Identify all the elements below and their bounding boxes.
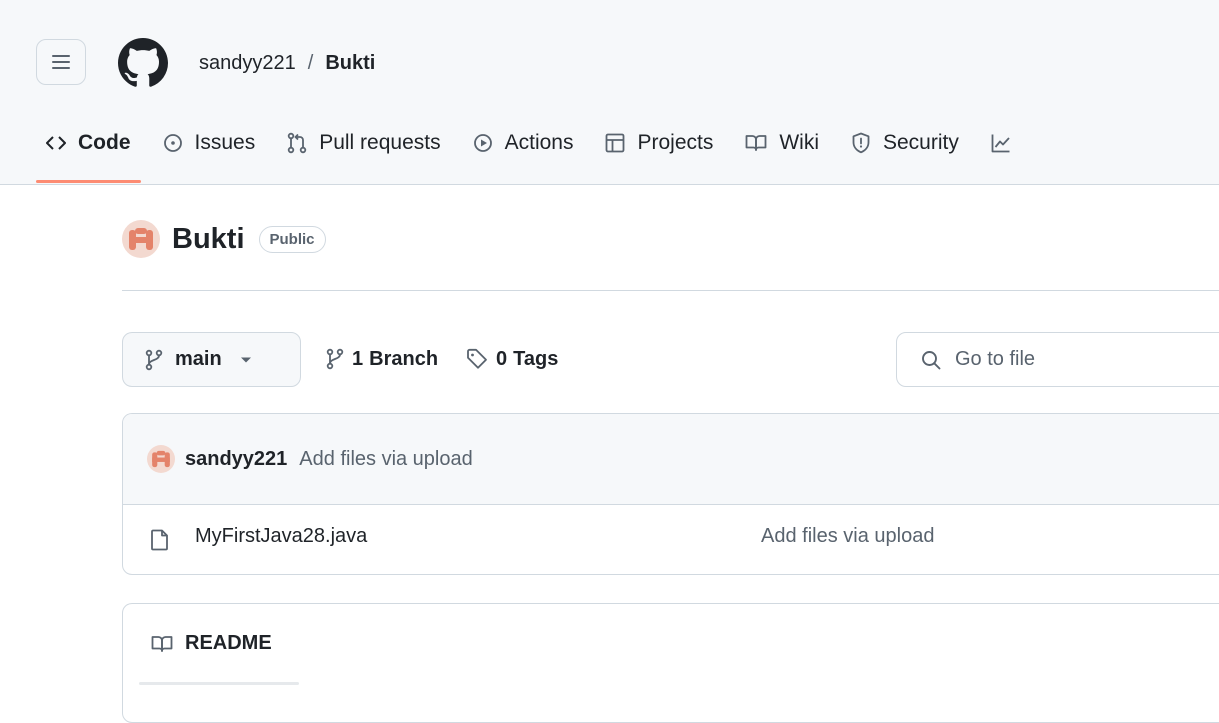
git-branch-icon <box>145 349 163 371</box>
code-icon <box>46 135 78 151</box>
file-icon <box>151 529 169 551</box>
owner-avatar[interactable] <box>122 220 160 258</box>
current-branch-label: main <box>175 348 222 370</box>
tab-label: Pull requests <box>319 131 441 154</box>
triangle-down-icon <box>240 356 252 364</box>
branch-selector-button[interactable]: main <box>122 332 301 387</box>
table-icon <box>605 133 637 153</box>
commit-author[interactable]: sandyy221 <box>185 448 287 471</box>
file-name-link[interactable]: MyFirstJava28.java <box>195 525 367 548</box>
avatar[interactable] <box>147 445 175 473</box>
tab-label: Projects <box>637 131 714 154</box>
repo-title: Bukti Public <box>122 219 326 259</box>
git-branch-icon <box>326 348 344 370</box>
tab-code[interactable]: Code <box>36 118 141 183</box>
tab-actions[interactable]: Actions <box>463 118 584 168</box>
visibility-badge: Public <box>258 225 326 253</box>
branch-count-link[interactable]: 1 Branch <box>326 344 438 374</box>
branch-count: 1 <box>352 347 364 370</box>
search-icon <box>921 350 941 370</box>
tag-count: 0 <box>496 347 508 370</box>
tag-icon <box>466 348 488 370</box>
tab-label: Wiki <box>779 131 819 154</box>
file-browser: sandyy221 Add files via upload MyFirstJa… <box>122 413 1219 575</box>
tag-count-link[interactable]: 0 Tags <box>466 344 558 374</box>
graph-icon <box>991 133 1023 153</box>
go-to-file-placeholder: Go to file <box>955 348 1036 370</box>
tab-label: Actions <box>504 131 574 154</box>
tab-label: Issues <box>194 131 256 154</box>
file-row[interactable]: MyFirstJava28.java Add files via upload <box>123 505 1219 574</box>
repo-name[interactable]: Bukti <box>172 223 245 256</box>
breadcrumb-separator: / <box>307 51 314 74</box>
tab-label: Security <box>883 131 959 154</box>
breadcrumb: sandyy221 / Bukti <box>199 48 375 78</box>
latest-commit-row: sandyy221 Add files via upload <box>123 414 1219 505</box>
book-icon <box>745 134 779 152</box>
breadcrumb-owner[interactable]: sandyy221 <box>199 52 296 75</box>
readme-panel: README <box>122 603 1219 723</box>
readme-tab-underline <box>139 682 299 685</box>
tab-issues[interactable]: Issues <box>153 118 266 168</box>
play-icon <box>473 133 505 153</box>
repo-nav-tabs: Code Issues Pull requests Actions Projec… <box>36 118 1023 184</box>
tab-wiki[interactable]: Wiki <box>735 118 829 168</box>
shield-icon <box>851 132 883 154</box>
readme-title: README <box>185 632 272 654</box>
readme-tab[interactable]: README <box>151 632 272 655</box>
tab-projects[interactable]: Projects <box>595 118 723 168</box>
issue-opened-icon <box>163 133 195 153</box>
github-logo-icon[interactable] <box>118 38 168 88</box>
book-icon <box>151 635 173 653</box>
tab-insights[interactable] <box>981 118 1023 168</box>
file-commit-message-link[interactable]: Add files via upload <box>761 525 934 548</box>
menu-button[interactable] <box>36 39 86 85</box>
tab-label: Code <box>78 131 131 154</box>
go-to-file-input[interactable]: Go to file <box>896 332 1219 387</box>
repo-header: sandyy221 / Bukti Code Issues Pull reque… <box>0 0 1219 185</box>
tab-security[interactable]: Security <box>841 118 969 168</box>
commit-message[interactable]: Add files via upload <box>299 448 472 471</box>
breadcrumb-repo[interactable]: Bukti <box>325 52 375 75</box>
tab-pull-requests[interactable]: Pull requests <box>277 118 450 168</box>
hamburger-icon <box>51 53 71 71</box>
title-divider <box>122 290 1219 291</box>
tag-count-label: Tags <box>513 347 559 370</box>
git-pull-request-icon <box>287 132 319 154</box>
branch-count-label: Branch <box>369 347 439 370</box>
